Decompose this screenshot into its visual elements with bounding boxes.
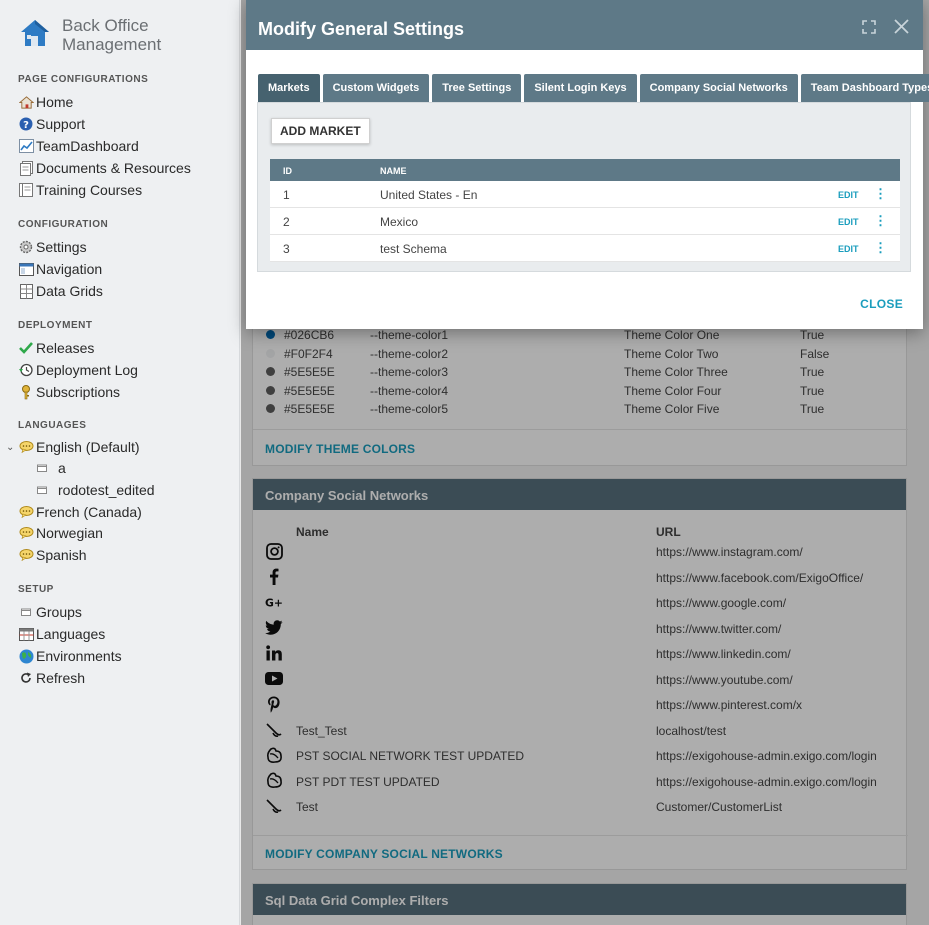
refresh-icon xyxy=(18,670,34,686)
section-languages: LANGUAGES xyxy=(18,420,87,431)
sidebar-item-deployment-log[interactable]: Deployment Log xyxy=(18,359,138,381)
market-id: 2 xyxy=(283,215,290,229)
book-icon xyxy=(18,182,34,198)
edit-market-button[interactable]: EDIT xyxy=(838,244,859,254)
sidebar-item-settings[interactable]: Settings xyxy=(18,236,87,258)
markets-table: ID NAME 1 United States - En EDIT ⋮ 2 Mexico E… xyxy=(270,159,900,262)
col-id: ID xyxy=(283,166,292,176)
grid-icon xyxy=(18,283,34,299)
section-setup: SETUP xyxy=(18,584,54,595)
edit-market-button[interactable]: EDIT xyxy=(838,217,859,227)
speech-bubble-icon xyxy=(18,547,34,563)
more-vertical-icon[interactable]: ⋮ xyxy=(874,240,887,256)
table-icon xyxy=(18,626,34,642)
folder-outline-icon xyxy=(34,460,50,476)
sidebar-item-data-grids[interactable]: Data Grids xyxy=(18,280,103,302)
sidebar-item-languages[interactable]: Languages xyxy=(18,623,105,645)
document-icon xyxy=(18,160,34,176)
more-vertical-icon[interactable]: ⋮ xyxy=(874,186,887,202)
sidebar-item-navigation[interactable]: Navigation xyxy=(18,258,102,280)
sidebar-item-refresh[interactable]: Refresh xyxy=(18,667,85,689)
group-icon xyxy=(18,604,34,620)
sidebar-item-groups[interactable]: Groups xyxy=(18,601,82,623)
market-name: Mexico xyxy=(380,215,419,229)
sidebar-item-training[interactable]: Training Courses xyxy=(18,179,142,201)
sidebar-item-teamdashboard[interactable]: TeamDashboard xyxy=(18,135,139,157)
market-name: test Schema xyxy=(380,242,447,256)
tab-custom-widgets[interactable]: Custom Widgets xyxy=(322,74,430,102)
sidebar-item-norwegian[interactable]: Norwegian xyxy=(18,522,103,544)
speech-bubble-icon xyxy=(18,525,34,541)
sidebar: Back Office Management PAGE CONFIGURATIO… xyxy=(0,0,240,925)
section-page-configurations: PAGE CONFIGURATIONS xyxy=(18,74,149,85)
add-market-button[interactable]: ADD MARKET xyxy=(271,118,370,144)
section-deployment: DEPLOYMENT xyxy=(18,320,93,331)
help-icon: ? xyxy=(18,116,34,132)
sidebar-item-releases[interactable]: Releases xyxy=(18,337,94,359)
sidebar-item-french[interactable]: French (Canada) xyxy=(18,501,142,523)
tab-silent-login-keys[interactable]: Silent Login Keys xyxy=(524,74,637,102)
gear-icon xyxy=(18,239,34,255)
close-icon[interactable] xyxy=(894,18,909,39)
modal-header: Modify General Settings xyxy=(246,0,923,50)
history-icon xyxy=(18,362,34,378)
brand-line1: Back Office xyxy=(62,16,149,35)
market-row: 3 test Schema EDIT ⋮ xyxy=(270,235,900,262)
sidebar-item-home[interactable]: Home xyxy=(18,91,73,113)
key-icon xyxy=(18,384,34,400)
sidebar-item-environments[interactable]: Environments xyxy=(18,645,122,667)
edit-market-button[interactable]: EDIT xyxy=(838,190,859,200)
sidebar-item-support[interactable]: ? Support xyxy=(18,113,85,135)
speech-bubble-icon xyxy=(18,504,34,520)
sidebar-item-spanish[interactable]: Spanish xyxy=(18,544,87,566)
tab-markets[interactable]: Markets xyxy=(258,74,320,102)
modal-title: Modify General Settings xyxy=(258,19,465,39)
sidebar-item-english[interactable]: English (Default) xyxy=(18,436,140,458)
brand[interactable]: Back Office Management xyxy=(18,16,161,54)
section-configuration: CONFIGURATION xyxy=(18,219,109,230)
more-vertical-icon[interactable]: ⋮ xyxy=(874,213,887,229)
close-button[interactable]: CLOSE xyxy=(860,297,903,311)
market-row: 1 United States - En EDIT ⋮ xyxy=(270,181,900,208)
house-logo-icon xyxy=(21,20,49,46)
sidebar-item-documents[interactable]: Documents & Resources xyxy=(18,157,191,179)
globe-icon xyxy=(18,648,34,664)
modify-general-settings-dialog: Modify General Settings Markets Custom W… xyxy=(246,0,929,329)
home-icon xyxy=(18,94,34,110)
tab-tree-settings[interactable]: Tree Settings xyxy=(432,74,522,102)
sidebar-item-sub-rodotest[interactable]: rodotest_edited xyxy=(34,479,155,501)
markets-panel: ADD MARKET ID NAME 1 United States - En ED… xyxy=(257,102,911,272)
sidebar-item-subscriptions[interactable]: Subscriptions xyxy=(18,381,120,403)
sidebar-item-sub-a[interactable]: a xyxy=(34,457,66,479)
market-row: 2 Mexico EDIT ⋮ xyxy=(270,208,900,235)
tab-team-dashboard-types[interactable]: Team Dashboard Types xyxy=(800,74,929,102)
speech-bubble-icon xyxy=(18,439,34,455)
chart-icon xyxy=(18,138,34,154)
col-name: NAME xyxy=(380,166,407,176)
chevron-down-icon[interactable]: ⌄ xyxy=(6,442,14,453)
tab-company-social-networks[interactable]: Company Social Networks xyxy=(639,74,798,102)
settings-tabs: Markets Custom Widgets Tree Settings Sil… xyxy=(258,74,929,102)
maximize-icon[interactable] xyxy=(862,18,876,39)
window-icon xyxy=(18,261,34,277)
checkmark-icon xyxy=(18,340,34,356)
markets-table-header: ID NAME xyxy=(270,159,900,181)
svg-text:?: ? xyxy=(23,120,29,131)
market-name: United States - En xyxy=(380,188,478,202)
market-id: 3 xyxy=(283,242,290,256)
brand-line2: Management xyxy=(62,35,162,54)
market-id: 1 xyxy=(283,188,290,202)
folder-outline-icon xyxy=(34,482,50,498)
